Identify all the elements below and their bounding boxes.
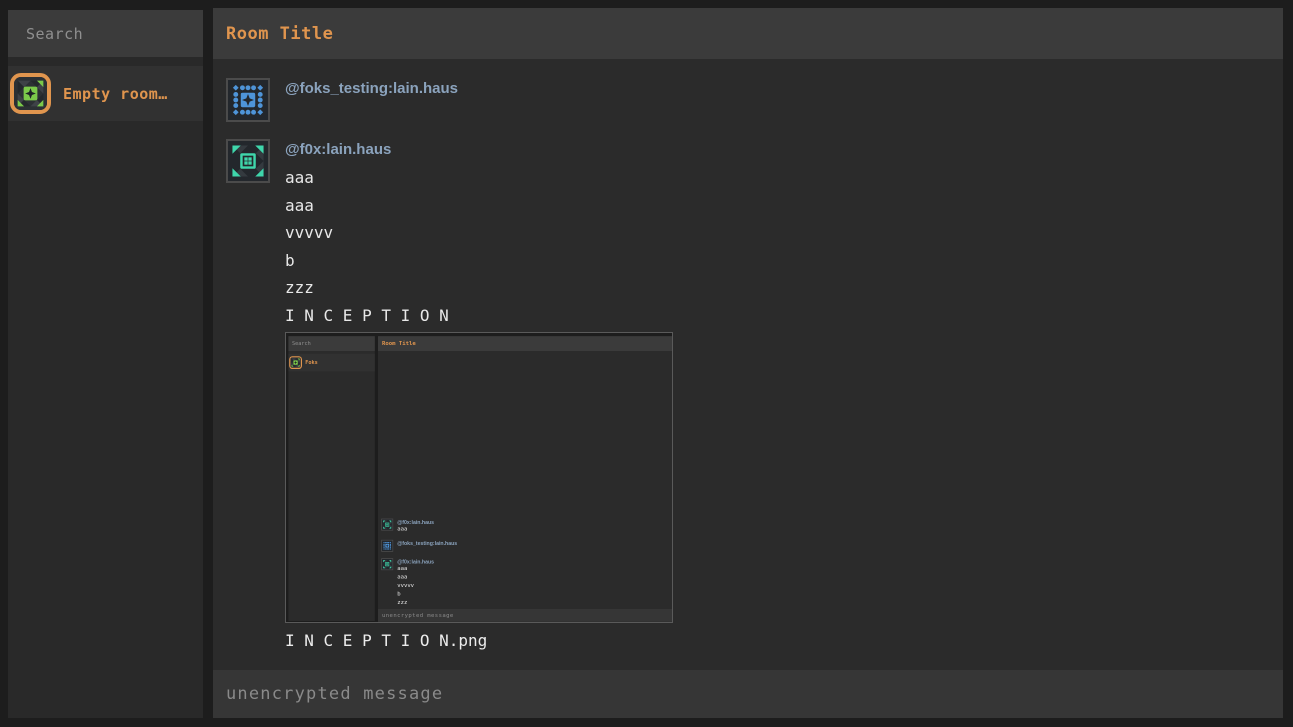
mini-green-identicon-icon: [289, 356, 302, 369]
mini-message-sender: @foks_testing:lain.haus: [397, 540, 457, 546]
mini-message-line: b: [397, 590, 434, 598]
message-line: aaa: [285, 164, 673, 192]
message-timeline: @foks_testing:lain.haus @f0x:lain.haus a…: [213, 59, 1283, 670]
mini-chat-panel: Room Title @f0x:lain.haus aaa: [378, 336, 673, 622]
mini-message: @foks_testing:lain.haus: [381, 540, 673, 552]
mini-room-title: Room Title: [378, 336, 673, 351]
mini-message-line: vvvvv: [397, 581, 434, 589]
mini-composer-input: unencrypted message: [378, 609, 673, 622]
mini-sidebar: Search Foks: [288, 336, 374, 621]
embedded-screenshot: Search Foks Room Title: [286, 333, 673, 623]
mini-message-timeline: @f0x:lain.haus aaa @foks_test: [378, 512, 673, 609]
message: @f0x:lain.haus aaa aaa vvvvv b zzz I N C…: [226, 139, 1270, 654]
mini-search-input: Search: [288, 336, 374, 351]
room-header: Room Title: [213, 8, 1283, 59]
message-sender: @foks_testing:lain.haus: [285, 78, 458, 98]
mini-message: @f0x:lain.haus aaa aaa vvvvv b zzz: [381, 558, 673, 606]
message: @foks_testing:lain.haus: [226, 78, 1270, 122]
message-sender: @f0x:lain.haus: [285, 139, 673, 159]
teal-identicon-icon[interactable]: [226, 139, 270, 183]
mini-message-line: aaa: [397, 525, 434, 533]
mini-message: @f0x:lain.haus aaa: [381, 519, 673, 534]
message-line: vvvvv: [285, 219, 673, 247]
attachment-filename: I N C E P T I O N.png: [285, 627, 673, 654]
search-input[interactable]: [8, 10, 203, 57]
message-line: b: [285, 247, 673, 275]
blue-identicon-icon[interactable]: [226, 78, 270, 122]
message-line: I N C E P T I O N: [285, 302, 673, 330]
message-line: zzz: [285, 274, 673, 302]
mini-message-line: aaa: [397, 565, 434, 573]
mini-blue-identicon-icon: [381, 540, 393, 552]
message-body: @foks_testing:lain.haus: [285, 78, 458, 122]
message-text: aaa aaa vvvvv b zzz I N C E P T I O N: [285, 164, 673, 329]
sidebar: Empty room…: [8, 10, 203, 718]
room-title: Room Title: [226, 24, 333, 44]
mini-message-line: aaa: [397, 573, 434, 581]
message-line: aaa: [285, 192, 673, 220]
image-attachment[interactable]: Search Foks Room Title: [285, 332, 673, 623]
room-name: Empty room…: [63, 85, 168, 103]
room-list-item[interactable]: Empty room…: [8, 66, 203, 121]
mini-room-name: Foks: [305, 360, 318, 366]
message-body: @f0x:lain.haus aaa aaa vvvvv b zzz I N C…: [285, 139, 673, 654]
mini-message-line: zzz: [397, 598, 434, 606]
composer: [213, 670, 1283, 718]
mini-teal-identicon-icon: [381, 558, 393, 570]
green-identicon-icon: [10, 73, 51, 114]
composer-input[interactable]: [213, 670, 1283, 718]
mini-teal-identicon-icon: [381, 519, 393, 531]
chat-panel: Room Title @foks_testing:lain.haus @f0x:…: [213, 8, 1283, 718]
mini-room-list-item: Foks: [288, 354, 374, 372]
